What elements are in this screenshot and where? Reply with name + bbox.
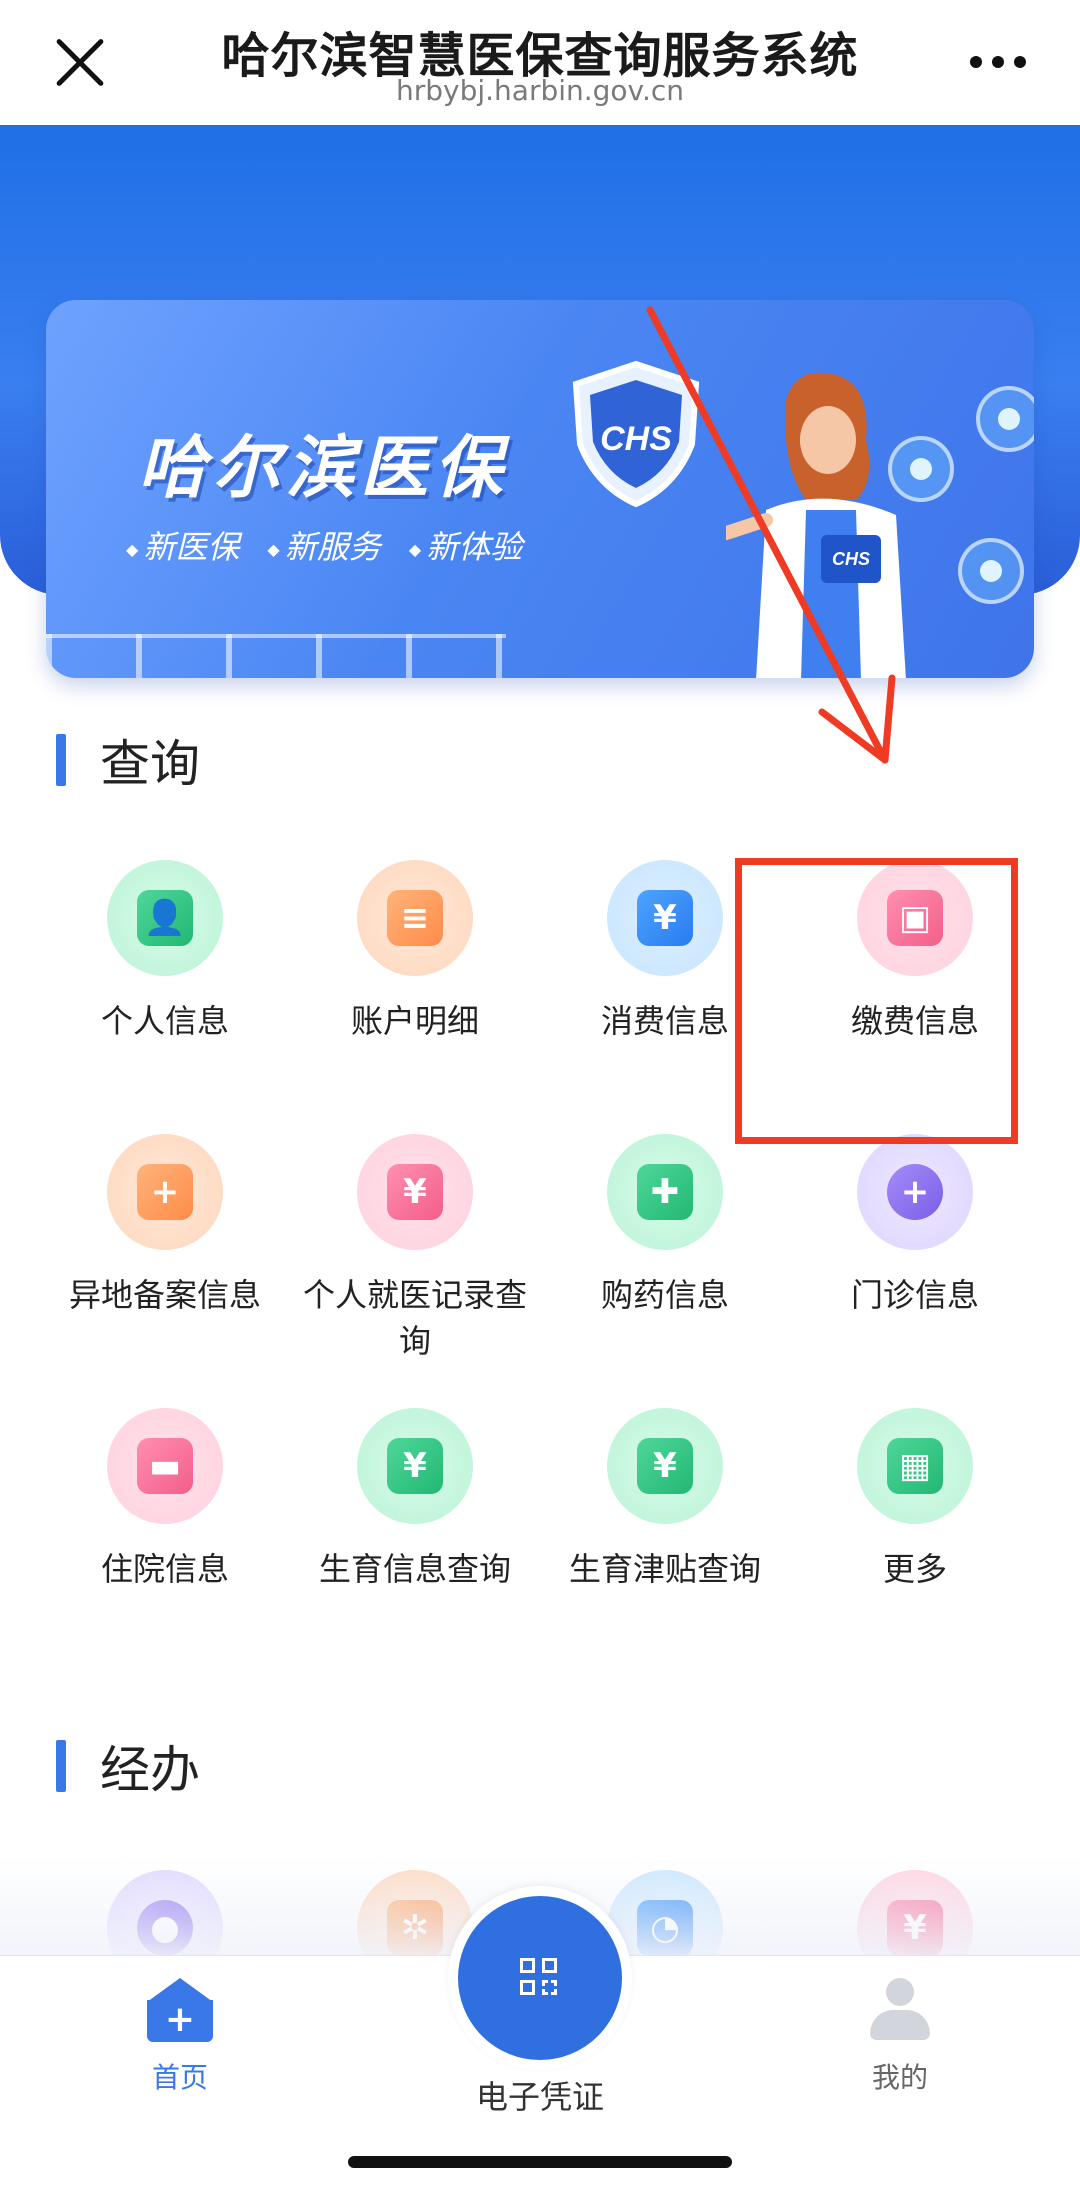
doctor-illustration: CHS (726, 372, 906, 678)
item-label: 个人信息 (100, 1002, 229, 1040)
home-indicator (348, 2156, 732, 2168)
maternity-allowance-item[interactable]: ¥ 生育津贴查询 (540, 1408, 790, 1682)
maternity-info-icon: ¥ (357, 1408, 473, 1524)
query-section-header: 查询 (56, 724, 200, 796)
item-label: 更多 (882, 1550, 947, 1588)
banner-tag: 新医保 (126, 522, 239, 568)
medical-record-item[interactable]: ¥ 个人就医记录查询 (290, 1134, 540, 1408)
close-icon[interactable] (52, 34, 108, 90)
remote-filing-icon: + (107, 1134, 223, 1250)
medicine-purchase-icon: ✚ (607, 1134, 723, 1250)
user-float-icon (976, 386, 1034, 452)
bridge-illustration (46, 634, 506, 678)
item-label: 个人就医记录查询 (302, 1276, 527, 1360)
qr-code-icon (520, 1958, 560, 1998)
shield-text: CHS (600, 420, 672, 458)
nav-home[interactable]: + 首页 (130, 1978, 230, 2096)
top-bar: 哈尔滨智慧医保查询服务系统 hrbybj.harbin.gov.cn (0, 0, 1080, 125)
annotation-highlight-box (735, 858, 1018, 1144)
maternity-info-item[interactable]: ¥ 生育信息查询 (290, 1408, 540, 1682)
more-item[interactable]: ▦ 更多 (790, 1408, 1040, 1682)
page-url: hrbybj.harbin.gov.cn (395, 74, 684, 107)
item-label: 账户明细 (350, 1002, 479, 1040)
section-title: 经办 (100, 1741, 200, 1799)
home-icon: + (147, 1978, 213, 2042)
hospitalization-icon: ▬ (107, 1408, 223, 1524)
item-label: 生育津贴查询 (568, 1550, 761, 1588)
locate-float-icon (888, 436, 954, 502)
remote-filing-item[interactable]: + 异地备案信息 (40, 1134, 290, 1408)
person-card-icon: 👤 (107, 860, 223, 976)
nav-mine[interactable]: 我的 (850, 1978, 950, 2096)
consumption-icon: ¥ (607, 860, 723, 976)
promo-banner[interactable]: 哈尔滨医保 新医保 新服务 新体验 CHS CHS (46, 300, 1034, 678)
nav-label: 首页 (151, 2061, 208, 2094)
banner-tag: 新体验 (409, 522, 522, 568)
item-label: 生育信息查询 (318, 1550, 511, 1588)
banner-tags: 新医保 新服务 新体验 (126, 522, 522, 568)
account-detail-item[interactable]: ≡ 账户明细 (290, 860, 540, 1134)
user-icon (868, 1978, 932, 2042)
item-label: 异地备案信息 (68, 1276, 261, 1314)
item-label: 住院信息 (100, 1550, 229, 1588)
badge-text: CHS (832, 549, 870, 569)
maternity-allowance-icon: ¥ (607, 1408, 723, 1524)
banner-title: 哈尔滨医保 (138, 429, 509, 508)
hospitalization-item[interactable]: ▬ 住院信息 (40, 1408, 290, 1682)
medicine-purchase-item[interactable]: ✚ 购药信息 (540, 1134, 790, 1408)
account-detail-icon: ≡ (357, 860, 473, 976)
handle-section-header: 经办 (56, 1730, 200, 1802)
item-label: 购药信息 (600, 1276, 729, 1314)
medical-record-icon: ¥ (357, 1134, 473, 1250)
personal-info-item[interactable]: 👤 个人信息 (40, 860, 290, 1134)
nav-label: 我的 (871, 2061, 928, 2094)
card-float-icon (958, 538, 1024, 604)
nav-label: 电子凭证 (475, 2078, 604, 2116)
item-label: 门诊信息 (850, 1276, 979, 1314)
outpatient-icon: + (857, 1134, 973, 1250)
more-apps-icon: ▦ (857, 1408, 973, 1524)
more-options-icon[interactable] (970, 52, 1050, 72)
chs-shield-icon: CHS (572, 360, 700, 508)
banner-tag: 新服务 (267, 522, 381, 568)
outpatient-item[interactable]: + 门诊信息 (790, 1134, 1040, 1408)
qr-code-button[interactable] (448, 1886, 632, 2070)
nav-e-voucher[interactable]: 电子凭证 (440, 1886, 640, 2118)
section-title: 查询 (100, 735, 200, 793)
